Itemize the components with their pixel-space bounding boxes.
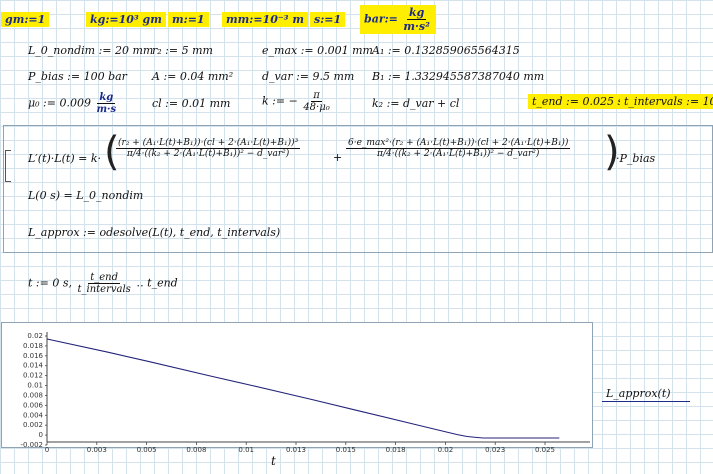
def-tintervals[interactable]: t_intervals := 10⁴ <box>620 94 713 109</box>
y-tick-label: 0.014 <box>23 362 44 370</box>
x-tick-label: 0 <box>45 446 49 454</box>
x-tick-label: 0.02 <box>438 446 454 454</box>
unit-mm[interactable]: mm:=10⁻³ m <box>222 12 308 27</box>
def-L0[interactable]: L_0_nondim := 20 mm <box>28 44 153 57</box>
y-tick-label: 0.012 <box>23 372 43 380</box>
y-tick-label: 0.006 <box>23 401 44 409</box>
ode-lhs: L′(t)·L(t) = k· <box>28 152 101 165</box>
unit-bar[interactable]: bar:= kg m·s² <box>360 5 436 34</box>
x-tick-label: 0.025 <box>535 446 555 454</box>
def-tend[interactable]: t_end := 0.025 s <box>528 94 628 109</box>
x-tick-label: 0.015 <box>336 446 356 454</box>
ode-plus: + <box>333 151 343 164</box>
def-Pbias[interactable]: P_bias := 100 bar <box>28 70 127 83</box>
x-axis-label: t <box>271 454 276 468</box>
range-def[interactable]: t := 0 s, t_end t_intervals ‥ t_end <box>28 272 178 295</box>
def-A[interactable]: A := 0.04 mm² <box>152 70 233 83</box>
def-A1[interactable]: A₁ := 0.132859065564315 <box>372 44 520 57</box>
y-tick-label: 0.01 <box>27 382 43 390</box>
plot-svg: 0.020.0180.0160.0140.0120.010.0080.0060.… <box>20 332 590 454</box>
y-tick-label: 0 <box>39 431 43 439</box>
y-tick-label: 0.018 <box>23 342 43 350</box>
x-tick-label: 0.003 <box>87 446 107 454</box>
ode-initial[interactable]: L(0 s) = L_0_nondim <box>28 189 143 202</box>
chart-axes <box>46 332 590 443</box>
y-tick-label: 0.02 <box>27 332 43 340</box>
ode-term1: (r₂ + (A₁·L(t)+B₁))·(cl + 2·(A₁·L(t)+B₁)… <box>116 138 301 159</box>
ode-solve[interactable]: L_approx := odesolve(L(t), t_end, t_inte… <box>28 226 280 239</box>
def-k[interactable]: k := − π 48·μ₀ <box>262 90 332 113</box>
unit-gm[interactable]: gm:=1 <box>1 12 50 27</box>
def-k2[interactable]: k₂ := d_var + cl <box>372 97 459 110</box>
series-line-L-approx <box>46 338 560 439</box>
def-B1[interactable]: B₁ := 1.332945587387040 mm <box>372 70 544 83</box>
def-dvar[interactable]: d_var := 9.5 mm <box>262 70 354 83</box>
x-tick-label: 0.018 <box>386 446 406 454</box>
unit-s[interactable]: s:=1 <box>310 12 346 27</box>
def-emax[interactable]: e_max := 0.001 mm <box>262 44 373 57</box>
def-mu0[interactable]: μ₀ := 0.009 kg m·s <box>28 92 118 115</box>
def-r2[interactable]: r₂ := 5 mm <box>152 44 213 57</box>
x-tick-label: 0.005 <box>137 446 157 454</box>
block-bracket <box>5 150 11 182</box>
ode-tail: ·P_bias <box>616 152 656 165</box>
x-tick-label: 0.023 <box>485 446 505 454</box>
y-tick-label: 0.016 <box>23 352 44 360</box>
unit-kg[interactable]: kg:=10³ gm <box>86 12 166 27</box>
y-tick-label: 0.008 <box>23 391 43 399</box>
legend-underline <box>602 401 690 402</box>
x-tick-label: 0.01 <box>238 446 254 454</box>
x-tick-label: 0.008 <box>186 446 206 454</box>
y-tick-label: 0.002 <box>23 421 43 429</box>
x-tick-label: 0.013 <box>286 446 306 454</box>
unit-m[interactable]: m:=1 <box>168 12 209 27</box>
def-cl[interactable]: cl := 0.01 mm <box>152 97 230 110</box>
y-tick-label: -0.002 <box>20 441 43 449</box>
y-tick-label: 0.004 <box>23 411 44 419</box>
ode-term2: 6·e_max²·(r₂ + (A₁·L(t)+B₁))·(cl + 2·(A₁… <box>346 138 571 159</box>
legend-label: L_approx(t) <box>606 387 671 400</box>
